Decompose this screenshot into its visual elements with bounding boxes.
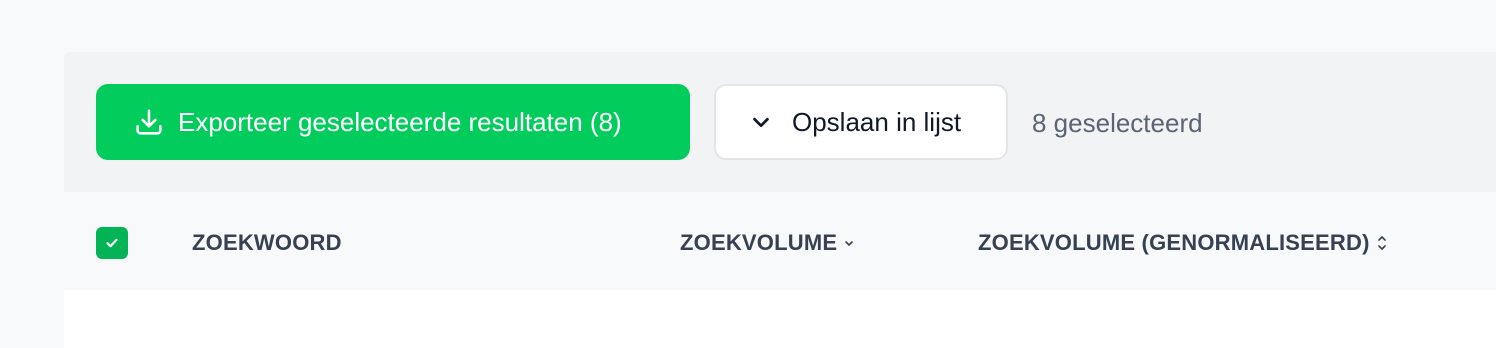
column-header-search-volume[interactable]: ZOEKVOLUME <box>680 230 855 256</box>
export-button-label: Exporteer geselecteerde resultaten (8) <box>178 106 622 137</box>
table-header-row: ZOEKWOORD ZOEKVOLUME ZOEKVOLUME (GENORMA… <box>64 192 1496 290</box>
chevron-down-icon <box>750 111 772 133</box>
results-panel: Exporteer geselecteerde resultaten (8) O… <box>64 52 1496 348</box>
download-icon <box>132 105 166 139</box>
checkmark-icon <box>104 235 120 251</box>
export-selected-button[interactable]: Exporteer geselecteerde resultaten (8) <box>96 84 690 160</box>
column-header-keyword: ZOEKWOORD <box>192 230 342 256</box>
selected-count-text: 8 geselecteerd <box>1032 108 1203 138</box>
sort-toggle-icon <box>1376 234 1388 252</box>
column-header-label: ZOEKWOORD <box>192 230 342 255</box>
save-to-list-button[interactable]: Opslaan in lijst <box>714 84 1008 160</box>
save-button-label: Opslaan in lijst <box>792 106 962 137</box>
select-all-checkbox[interactable] <box>96 227 128 259</box>
column-header-label: ZOEKVOLUME (GENORMALISEERD) <box>978 230 1370 255</box>
bulk-action-toolbar: Exporteer geselecteerde resultaten (8) O… <box>64 52 1496 192</box>
sort-descending-icon <box>843 237 855 249</box>
column-header-label: ZOEKVOLUME <box>680 230 838 255</box>
column-header-normalized-volume[interactable]: ZOEKVOLUME (GENORMALISEERD) <box>978 230 1388 256</box>
